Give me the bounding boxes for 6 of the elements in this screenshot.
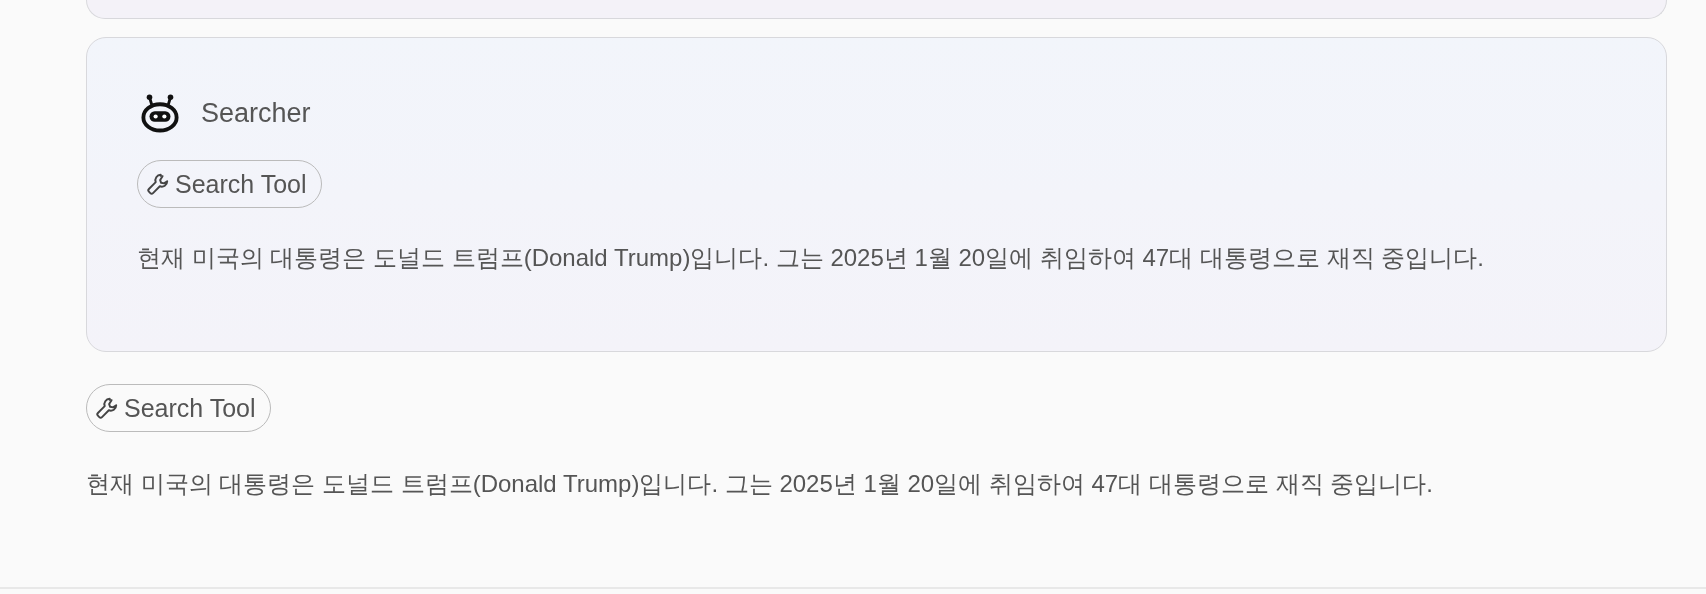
wrench-icon [94, 395, 120, 421]
robot-icon [139, 92, 181, 134]
agent-name: Searcher [201, 97, 311, 129]
answer-text: 현재 미국의 대통령은 도널드 트럼프(Donald Trump)입니다. 그는 2025년 1월 20일에 취임하여 47대 대통령으로 재직 중입니다. [86, 469, 1433, 499]
wrench-icon [145, 171, 171, 197]
message-text: 현재 미국의 대통령은 도널드 트럼프(Donald Trump)입니다. 그는 2025년 1월 20일에 취임하여 47대 대통령으로 재직 중입니다. [137, 243, 1484, 273]
